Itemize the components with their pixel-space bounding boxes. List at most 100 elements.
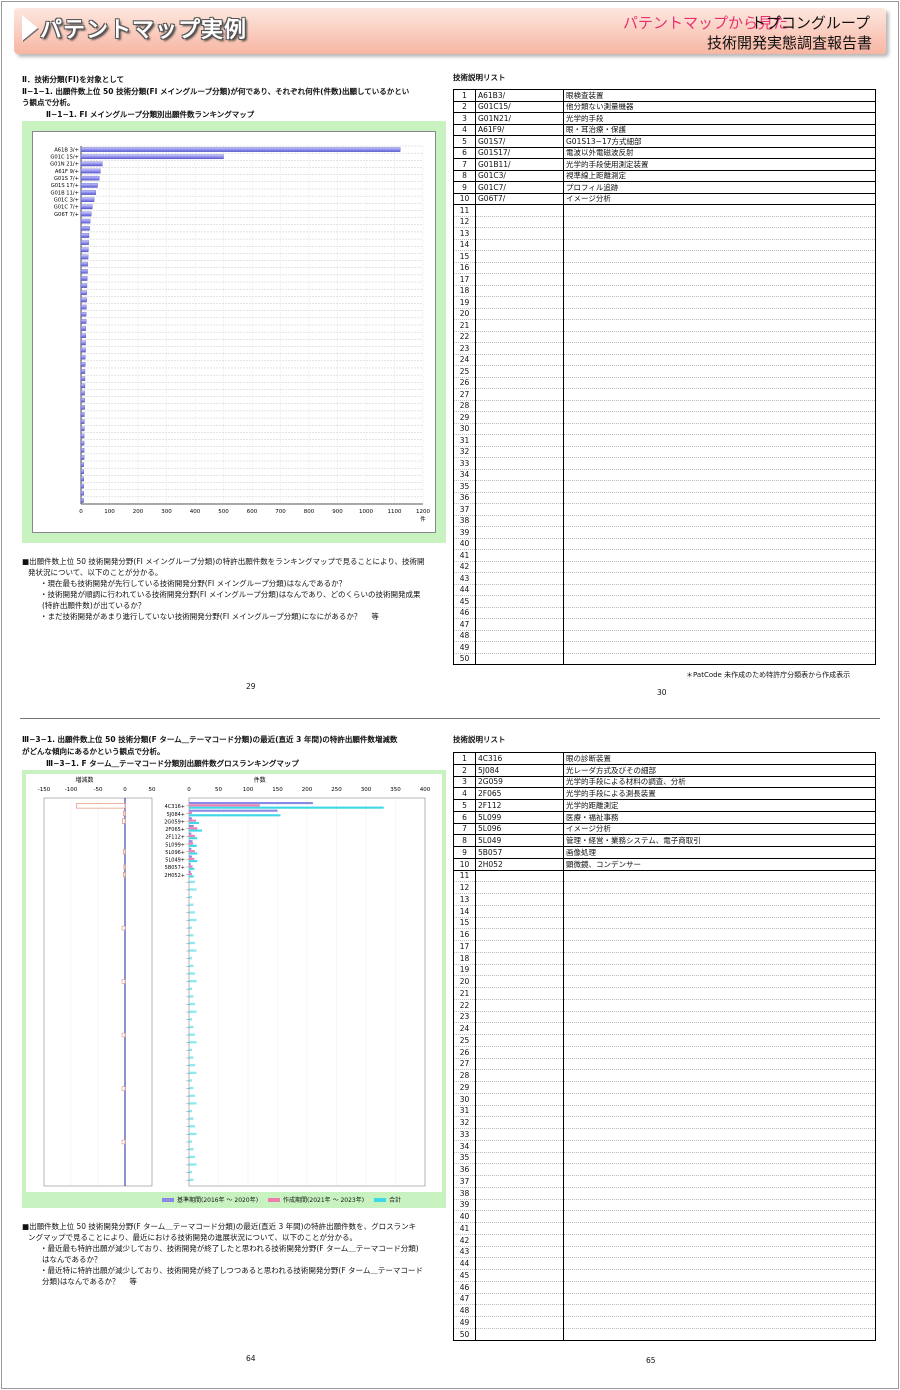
category-label: G01C 3/+: [54, 197, 79, 203]
bar: [80, 226, 90, 231]
change-bar: [121, 925, 126, 931]
row-number: 41: [453, 549, 476, 562]
class-code: [475, 607, 564, 619]
bar-total: [189, 844, 197, 847]
class-description: [563, 881, 876, 894]
table-row: 34: [453, 469, 876, 481]
bar-base: [189, 809, 278, 812]
row-number: 27: [453, 1058, 476, 1071]
header-left: パテントマップ実例: [22, 12, 247, 44]
ranking-chart: A61B 3/+ G01C 15/+G01N 21/+A61F 9/+G01S 7…: [50, 145, 430, 523]
row-number: 17: [453, 940, 476, 953]
bar-total: [189, 806, 384, 809]
class-description: [563, 917, 876, 930]
row-number: 34: [453, 1140, 476, 1153]
bar-recent: [189, 804, 260, 807]
note-line: ・現在最も技術開発が先行している技術開発分野(FI メイングループ分類)はなんで…: [40, 579, 347, 588]
table-row: 37: [453, 1175, 876, 1188]
bar-total: [189, 1132, 197, 1136]
bar-total: [189, 1033, 195, 1036]
class-description: [563, 262, 876, 274]
row-number: 49: [453, 1316, 476, 1329]
category-label: A61B 3/+: [54, 147, 79, 153]
class-code: [475, 975, 564, 988]
table-row: 44: [453, 584, 876, 596]
row-number: 47: [453, 1293, 476, 1306]
list-title: 技術説明リスト: [453, 73, 506, 82]
bar-total: [189, 987, 192, 990]
bar-total: [189, 829, 202, 832]
class-description: [563, 1304, 876, 1317]
class-code: [475, 1011, 564, 1024]
row-number: 28: [453, 400, 476, 412]
bar-total: [189, 1117, 194, 1120]
bar-base: [189, 840, 193, 843]
section-heading: Ⅱ．技術分類(FI)を対象として: [22, 75, 124, 84]
class-code: G01C7/: [475, 181, 564, 194]
class-code: [475, 457, 564, 470]
table-row: 33: [453, 1128, 876, 1141]
note-line: ・まだ技術開発があまり進行していない技術開発分野(FI メイングループ分類)にな…: [40, 612, 379, 621]
row-number: 9: [453, 846, 476, 859]
table-row: 17: [453, 940, 876, 953]
class-code: [475, 480, 564, 493]
table-row: 19: [453, 964, 876, 977]
bar-total: [189, 1018, 192, 1021]
table-row: 19: [453, 296, 876, 309]
category-label: G01C 7/+: [54, 205, 79, 211]
row-number: 31: [453, 1105, 476, 1118]
table-row: 43: [453, 1246, 876, 1259]
class-code: G01B11/: [475, 158, 564, 171]
class-description: [563, 250, 876, 263]
class-description: [563, 1128, 876, 1141]
class-code: [475, 1222, 564, 1235]
row-number: 36: [453, 492, 476, 504]
bar-total: [189, 821, 200, 825]
class-code: [475, 928, 564, 941]
class-code: 2F112: [475, 799, 564, 812]
x-tick-label: 700: [275, 509, 286, 515]
class-description: 光学的手段: [563, 112, 876, 125]
class-description: [563, 549, 876, 562]
row-number: 36: [453, 1163, 476, 1176]
class-description: [563, 1187, 876, 1200]
class-description: [563, 296, 876, 309]
bar-total: [189, 860, 198, 863]
table-row: 24: [453, 354, 876, 366]
change-bar: [121, 1032, 126, 1038]
class-code: [475, 641, 564, 654]
table-row: 28: [453, 400, 876, 412]
table-row: 20: [453, 308, 876, 320]
table-row: 5 2F112 光学的距離測定: [453, 799, 876, 812]
class-code: [475, 1058, 564, 1071]
bar-total: [189, 941, 195, 945]
bar-total: [189, 1171, 192, 1174]
class-description: [563, 630, 876, 642]
class-description: 眼の診断装置: [563, 752, 876, 765]
bar: [80, 490, 84, 496]
class-code: [475, 285, 564, 297]
row-number: 28: [453, 1069, 476, 1082]
table-row: 48: [453, 1304, 876, 1317]
row-number: 42: [453, 561, 476, 573]
class-description: [563, 1234, 876, 1247]
row-number: 40: [453, 538, 476, 550]
row-number: 12: [453, 216, 476, 228]
row-number: 20: [453, 975, 476, 988]
bar: [80, 190, 96, 195]
class-code: [475, 1269, 564, 1282]
class-code: 5J084: [475, 764, 564, 777]
table-row: 47: [453, 618, 876, 631]
row-number: 26: [453, 377, 476, 389]
class-code: G06T7/: [475, 193, 564, 205]
row-number: 33: [453, 1128, 476, 1141]
header-report-name: 技術開発実態調査報告書: [706, 34, 872, 52]
bar-total: [189, 1102, 197, 1105]
bar-total: [189, 1025, 194, 1029]
x-tick-label: 400: [190, 509, 201, 515]
bar-recent: [189, 873, 192, 876]
bar: [80, 426, 85, 432]
class-code: [475, 1328, 564, 1341]
class-description: [563, 227, 876, 240]
row-number: 13: [453, 227, 476, 240]
